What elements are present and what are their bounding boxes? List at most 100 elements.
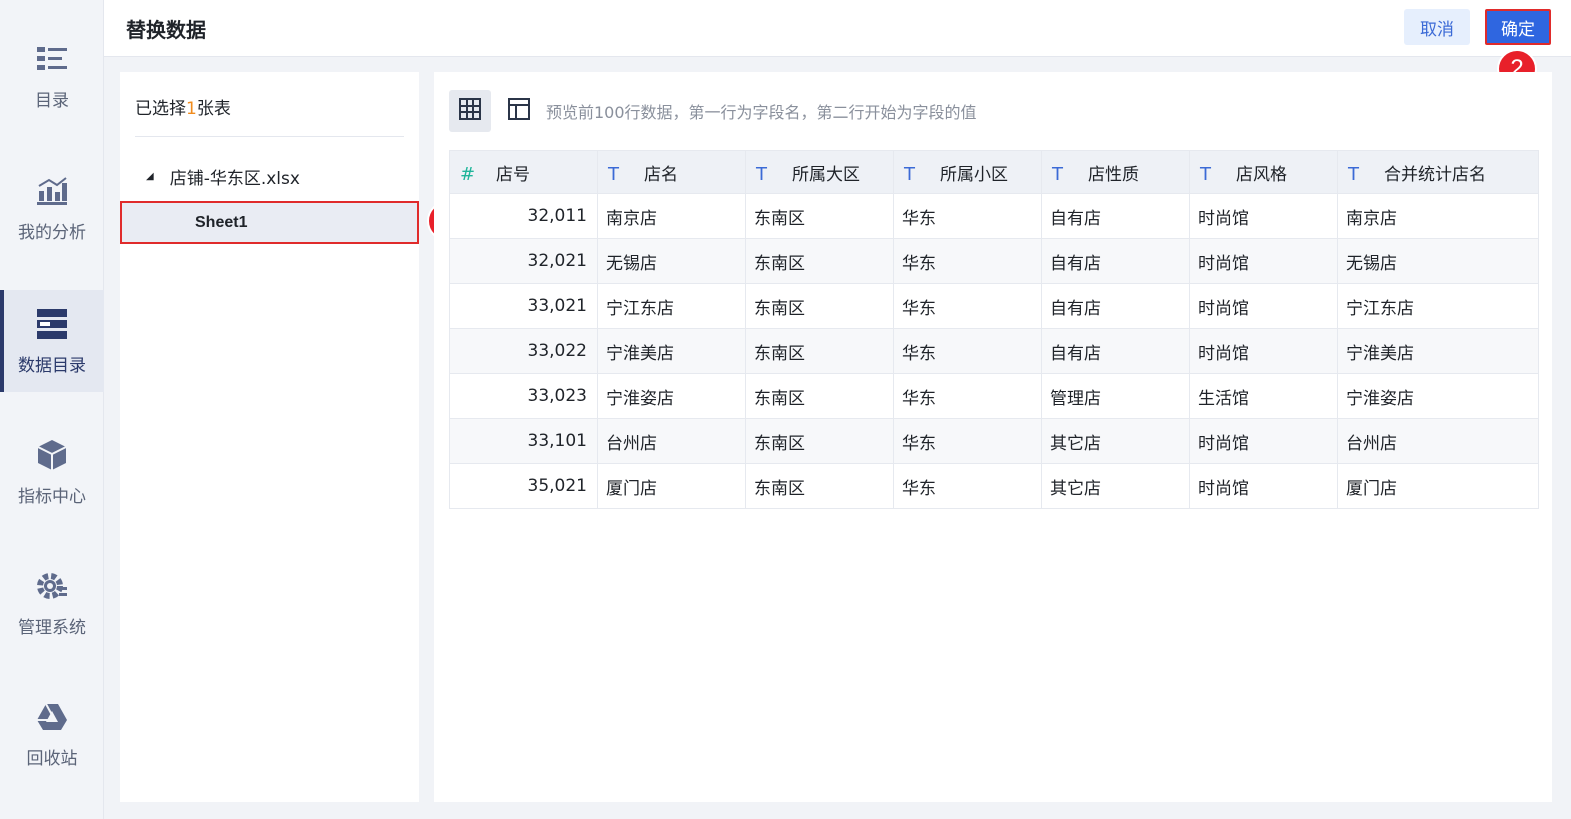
table-cell: 华东 xyxy=(893,328,1042,374)
table-cell: 时尚馆 xyxy=(1189,463,1338,509)
column-name: 店名 xyxy=(644,164,678,185)
table-cell: 无锡店 xyxy=(597,238,746,284)
nav-label: 管理系统 xyxy=(18,617,86,638)
nav-label: 指标中心 xyxy=(18,486,86,507)
preview-table-wrap: # 店号 T 店名 T 所属大区 T 所属小区 T 店性质 T 店风格 T 合并统计店名 32… xyxy=(449,150,1539,509)
table-cell: 时尚馆 xyxy=(1189,328,1338,374)
table-cell: 其它店 xyxy=(1041,418,1190,464)
column-name: 合并统计店名 xyxy=(1384,164,1486,185)
cube-icon xyxy=(35,438,69,472)
table-header-row: # 店号 T 店名 T 所属大区 T 所属小区 T 店性质 T 店风格 T 合并统计店名 xyxy=(449,150,1539,194)
table-cell: 南京店 xyxy=(597,193,746,239)
layout-view-button[interactable] xyxy=(498,90,540,132)
nav-item-management[interactable]: 管理系统 xyxy=(0,552,104,654)
bar-chart-icon xyxy=(35,174,69,208)
text-type-icon: T xyxy=(1348,163,1359,185)
table-cell: 自有店 xyxy=(1041,283,1190,329)
table-cell: 时尚馆 xyxy=(1189,238,1338,284)
table-cell: 东南区 xyxy=(745,418,894,464)
table-cell: 东南区 xyxy=(745,328,894,374)
nav-item-metrics-center[interactable]: 指标中心 xyxy=(0,421,104,523)
column-name: 店风格 xyxy=(1236,164,1287,185)
column-name: 所属小区 xyxy=(940,164,1008,185)
column-header[interactable]: T 店名 xyxy=(597,150,746,194)
table-cell: 厦门店 xyxy=(597,463,746,509)
table-cell: 时尚馆 xyxy=(1189,193,1338,239)
text-type-icon: T xyxy=(608,163,619,185)
confirm-button[interactable]: 确定 xyxy=(1485,9,1551,45)
table-cell: 33,023 xyxy=(449,373,598,419)
table-cell: 宁淮美店 xyxy=(1337,328,1539,374)
table-cell: 厦门店 xyxy=(1337,463,1539,509)
selected-prefix: 已选择 xyxy=(135,99,186,119)
table-cell: 时尚馆 xyxy=(1189,418,1338,464)
page-title: 替换数据 xyxy=(126,18,206,42)
table-cell: 时尚馆 xyxy=(1189,283,1338,329)
table-cell: 管理店 xyxy=(1041,373,1190,419)
table-cell: 自有店 xyxy=(1041,238,1190,284)
preview-table: # 店号 T 店名 T 所属大区 T 所属小区 T 店性质 T 店风格 T 合并统计店名 32… xyxy=(449,150,1539,509)
table-cell: 33,021 xyxy=(449,283,598,329)
table-cell: 东南区 xyxy=(745,283,894,329)
column-header[interactable]: # 店号 xyxy=(449,150,598,194)
database-icon xyxy=(35,307,69,341)
table-cell: 华东 xyxy=(893,373,1042,419)
dialog-header: 替换数据 取消 确定 xyxy=(104,0,1571,57)
nav-label: 目录 xyxy=(35,90,69,111)
table-cell: 台州店 xyxy=(1337,418,1539,464)
sheet-name: Sheet1 xyxy=(195,213,248,231)
table-cell: 33,101 xyxy=(449,418,598,464)
text-type-icon: T xyxy=(1052,163,1063,185)
table-cell: 宁淮姿店 xyxy=(1337,373,1539,419)
column-header[interactable]: T 合并统计店名 xyxy=(1337,150,1539,194)
selected-count: 1 xyxy=(186,99,197,119)
table-cell: 宁江东店 xyxy=(1337,283,1539,329)
layout-icon xyxy=(508,98,530,124)
side-nav: 目录 我的分析 数据目录 指标中心 管理系统 回收站 xyxy=(0,0,104,819)
file-name: 店铺-华东区.xlsx xyxy=(169,169,300,189)
selected-count-text: 已选择1张表 xyxy=(135,94,231,119)
column-header[interactable]: T 所属小区 xyxy=(893,150,1042,194)
table-cell: 无锡店 xyxy=(1337,238,1539,284)
cancel-button[interactable]: 取消 xyxy=(1404,9,1470,45)
table-row: 33,023 宁淮姿店 东南区 华东 管理店 生活馆 宁淮姿店 xyxy=(449,373,1539,419)
grid-icon xyxy=(459,98,481,124)
table-cell: 32,011 xyxy=(449,193,598,239)
gear-icon xyxy=(35,569,69,603)
column-header[interactable]: T 所属大区 xyxy=(745,150,894,194)
file-tree-node[interactable]: ◢ 店铺-华东区.xlsx xyxy=(146,164,300,189)
grid-view-button[interactable] xyxy=(449,90,491,132)
table-cell: 东南区 xyxy=(745,238,894,284)
caret-down-icon[interactable]: ◢ xyxy=(146,171,154,182)
nav-item-my-analysis[interactable]: 我的分析 xyxy=(0,157,104,259)
column-header[interactable]: T 店性质 xyxy=(1041,150,1190,194)
column-name: 所属大区 xyxy=(792,164,860,185)
table-cell: 东南区 xyxy=(745,193,894,239)
selected-suffix: 张表 xyxy=(196,99,231,119)
table-cell: 华东 xyxy=(893,463,1042,509)
table-row: 33,101 台州店 东南区 华东 其它店 时尚馆 台州店 xyxy=(449,418,1539,464)
text-type-icon: T xyxy=(1200,163,1211,185)
text-type-icon: T xyxy=(904,163,915,185)
table-cell: 东南区 xyxy=(745,463,894,509)
nav-item-catalog[interactable]: 目录 xyxy=(0,25,104,127)
nav-label: 我的分析 xyxy=(18,222,86,243)
recycle-icon xyxy=(35,700,69,734)
sheet-item[interactable]: Sheet1 xyxy=(120,201,419,244)
table-cell: 其它店 xyxy=(1041,463,1190,509)
list-icon xyxy=(35,42,69,76)
table-row: 35,021 厦门店 东南区 华东 其它店 时尚馆 厦门店 xyxy=(449,463,1539,509)
sheet-selection-panel: 已选择1张表 ◢ 店铺-华东区.xlsx Sheet1 xyxy=(120,72,419,802)
column-header[interactable]: T 店风格 xyxy=(1189,150,1338,194)
table-cell: 自有店 xyxy=(1041,193,1190,239)
table-cell: 33,022 xyxy=(449,328,598,374)
table-cell: 32,021 xyxy=(449,238,598,284)
table-cell: 宁淮姿店 xyxy=(597,373,746,419)
table-cell: 华东 xyxy=(893,283,1042,329)
table-cell: 35,021 xyxy=(449,463,598,509)
nav-item-data-catalog[interactable]: 数据目录 xyxy=(0,290,104,392)
nav-item-recycle-bin[interactable]: 回收站 xyxy=(0,683,104,785)
table-cell: 华东 xyxy=(893,193,1042,239)
text-type-icon: T xyxy=(756,163,767,185)
table-cell: 华东 xyxy=(893,418,1042,464)
